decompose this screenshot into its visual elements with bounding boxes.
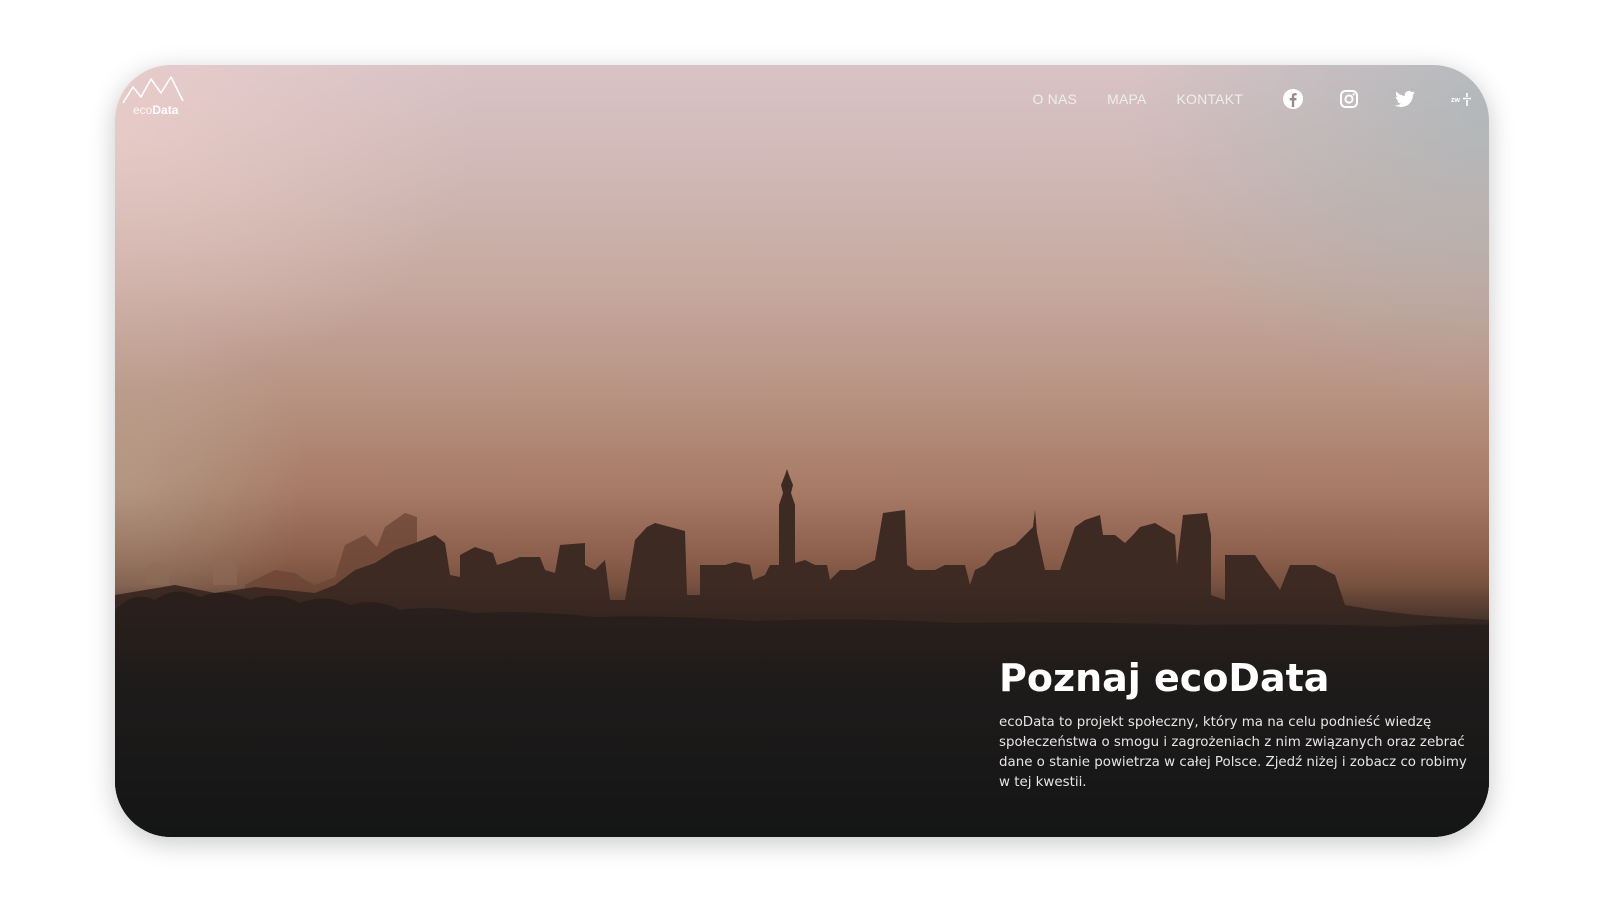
nav-link-mapa[interactable]: MAPA: [1107, 91, 1146, 107]
mountain-peaks-icon: [122, 76, 184, 104]
top-navigation: O NAS MAPA KONTAKT zw: [1033, 87, 1474, 111]
ecodata-logo[interactable]: ecoData: [121, 73, 185, 117]
hero-description: ecoData to projekt społeczny, który ma n…: [999, 715, 1467, 790]
hero-banner: ecoData O NAS MAPA KONTAKT zw Poznaj eco…: [115, 65, 1489, 837]
logo-text-eco: eco: [133, 103, 153, 117]
facebook-icon[interactable]: [1281, 87, 1305, 111]
nav-link-kontakt[interactable]: KONTAKT: [1177, 91, 1243, 107]
hero-title: Poznaj ecoData: [999, 656, 1330, 700]
logo-text-data: Data: [152, 103, 179, 117]
nav-link-o-nas[interactable]: O NAS: [1033, 91, 1078, 107]
hero-content: Poznaj ecoData ecoData to projekt społec…: [999, 655, 1469, 793]
svg-text:zw: zw: [1451, 97, 1461, 104]
zw-settings-icon[interactable]: zw: [1449, 87, 1473, 111]
logo-wordmark: ecoData: [133, 103, 178, 117]
instagram-icon[interactable]: [1337, 87, 1361, 111]
twitter-icon[interactable]: [1393, 87, 1417, 111]
